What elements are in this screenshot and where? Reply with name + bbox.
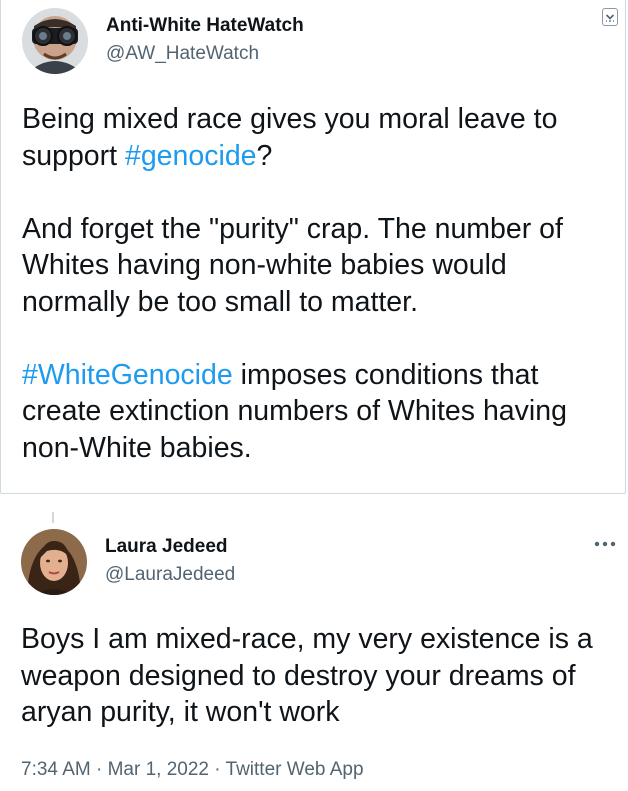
tweet-thread: Anti-White HateWatch @AW_HateWatch Being… — [0, 0, 628, 791]
hashtag-link[interactable]: #WhiteGenocide — [22, 359, 233, 391]
paragraph-text: Being mixed race gives you moral leave t… — [22, 103, 558, 172]
paragraph-text: And forget the "purity" crap. The number… — [22, 212, 563, 318]
author-handle[interactable]: @LauraJedeed — [105, 564, 235, 586]
paragraph-text: ? — [256, 139, 273, 172]
binoculars-man-avatar[interactable] — [22, 8, 88, 74]
thread-connector — [52, 512, 54, 523]
quoted-paragraph-2: And forget the "purity" crap. The number… — [22, 211, 622, 321]
chevron-down-icon[interactable] — [602, 8, 618, 26]
quoted-handle[interactable]: @AW_HateWatch — [106, 43, 259, 65]
woman-portrait-avatar[interactable] — [21, 529, 87, 595]
quoted-paragraph-3: #WhiteGenocide imposes conditions that c… — [22, 357, 622, 467]
tweet-text: Boys I am mixed-race, my very existence … — [21, 621, 621, 731]
quoted-tweet-text: Being mixed race gives you moral leave t… — [22, 101, 622, 466]
author-display-name[interactable]: Laura Jedeed — [105, 536, 228, 558]
tweet-timestamp[interactable]: 7:34 AM · Mar 1, 2022 · Twitter Web App — [21, 759, 364, 781]
quoted-display-name[interactable]: Anti-White HateWatch — [106, 15, 304, 37]
quoted-tweet[interactable]: Anti-White HateWatch @AW_HateWatch Being… — [0, 0, 626, 494]
more-options-icon[interactable] — [592, 537, 618, 551]
hashtag-link[interactable]: #genocide — [125, 140, 257, 172]
quoted-paragraph-1: Being mixed race gives you moral leave t… — [22, 101, 622, 174]
tweet-text-content: Boys I am mixed-race, my very existence … — [21, 623, 593, 728]
